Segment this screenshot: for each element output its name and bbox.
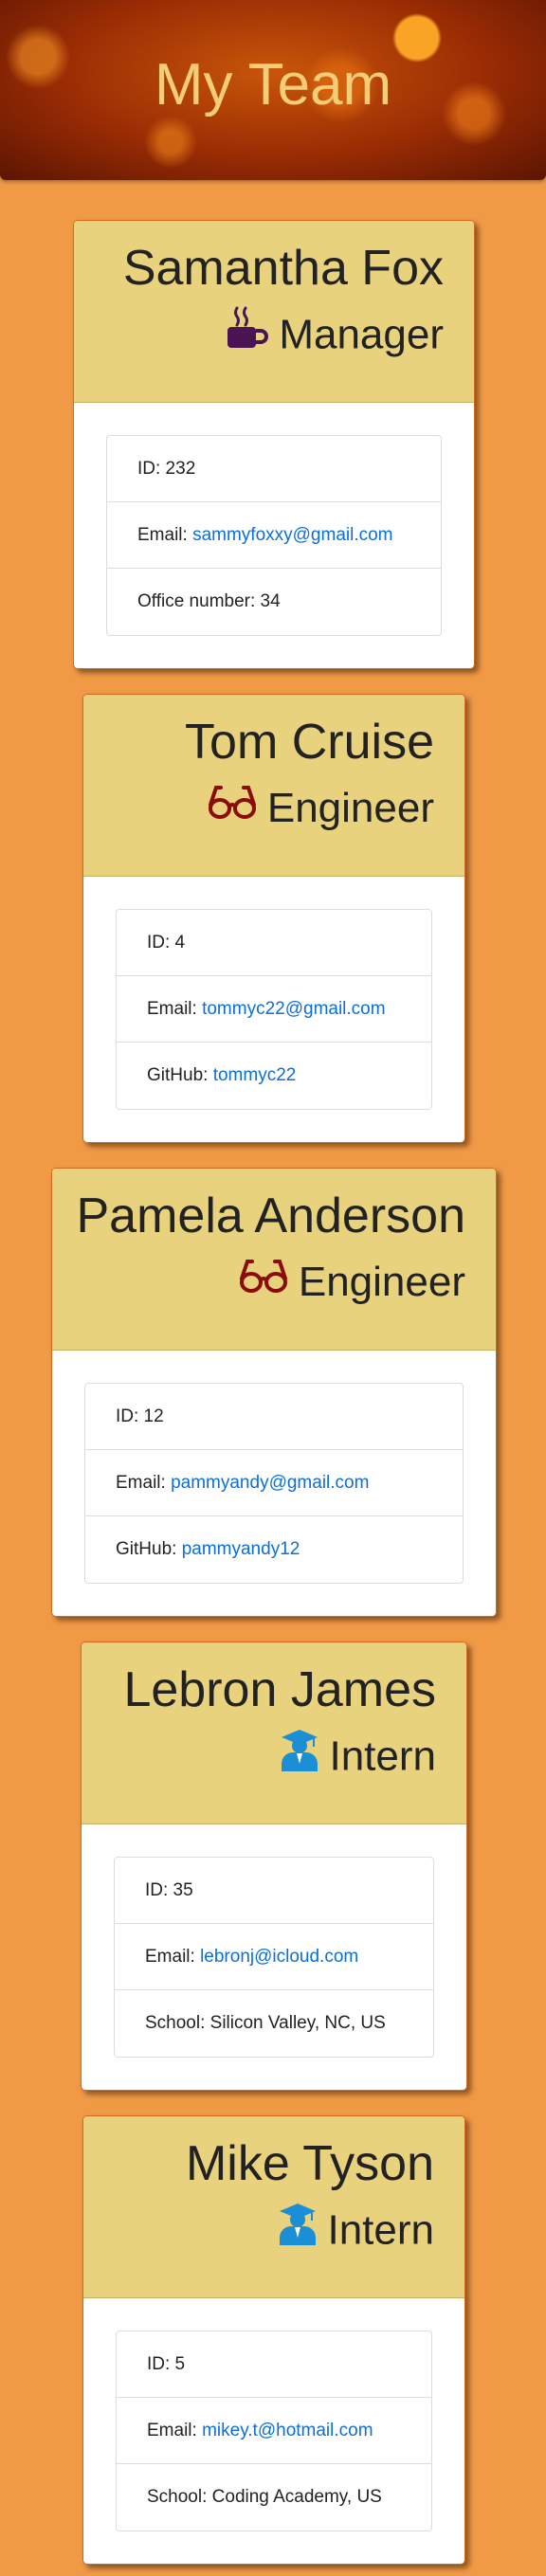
employee-card-engineer: Tom Cruise Engineer ID: 4 Email: tommyc2… <box>82 694 465 1143</box>
card-header: Pamela Anderson Engineer <box>52 1169 496 1351</box>
info-list: ID: 4 Email: tommyc22@gmail.com GitHub: … <box>116 909 432 1110</box>
employee-role: Engineer <box>83 784 434 835</box>
page-title: My Team <box>154 52 392 118</box>
employee-email: Email: pammyandy@gmail.com <box>85 1450 463 1516</box>
role-label: Manager <box>279 311 444 358</box>
email-link[interactable]: tommyc22@gmail.com <box>202 999 386 1019</box>
email-label: Email: <box>116 1473 172 1493</box>
email-label: Email: <box>147 999 203 1019</box>
employee-card-manager: Samantha Fox Manager ID: 232 Email: samm… <box>73 220 475 669</box>
graduate-icon <box>278 2202 318 2257</box>
role-label: Intern <box>327 2206 434 2254</box>
employee-id: ID: 232 <box>107 436 441 502</box>
employee-email: Email: lebronj@icloud.com <box>115 1924 433 1990</box>
graduate-icon <box>280 1728 319 1783</box>
card-header: Tom Cruise Engineer <box>83 695 464 877</box>
email-link[interactable]: lebronj@icloud.com <box>200 1947 358 1967</box>
coffee-mug-icon <box>224 306 269 361</box>
employee-role: Intern <box>82 1730 436 1787</box>
info-list: ID: 12 Email: pammyandy@gmail.com GitHub… <box>84 1383 464 1584</box>
email-label: Email: <box>137 525 193 545</box>
employee-id: ID: 35 <box>115 1858 433 1924</box>
github-link[interactable]: tommyc22 <box>213 1065 297 1085</box>
employee-id: ID: 12 <box>85 1384 463 1450</box>
github-link[interactable]: pammyandy12 <box>182 1539 300 1559</box>
github-label: GitHub: <box>147 1065 213 1085</box>
role-label: Engineer <box>266 785 434 831</box>
info-list: ID: 5 Email: mikey.t@hotmail.com School:… <box>116 2331 432 2531</box>
info-list: ID: 35 Email: lebronj@icloud.com School:… <box>114 1857 434 2058</box>
page-header: My Team <box>0 0 546 180</box>
info-list: ID: 232 Email: sammyfoxxy@gmail.com Offi… <box>106 435 442 636</box>
role-label: Engineer <box>298 1259 465 1305</box>
card-header: Mike Tyson Intern <box>83 2116 464 2298</box>
role-label: Intern <box>329 1732 436 1780</box>
employee-name: Samantha Fox <box>122 241 444 296</box>
employee-role: Engineer <box>52 1258 465 1309</box>
employee-card-intern: Lebron James Intern ID: 35 Email: lebron… <box>81 1642 467 2091</box>
email-link[interactable]: mikey.t@hotmail.com <box>202 2421 373 2440</box>
employee-card-intern: Mike Tyson Intern ID: 5 Email: mikey.t@h… <box>82 2115 465 2565</box>
employee-name: Pamela Anderson <box>76 1188 466 1243</box>
employee-github: GitHub: tommyc22 <box>117 1043 431 1109</box>
glasses-icon <box>207 782 258 831</box>
employee-email: Email: tommyc22@gmail.com <box>117 976 431 1043</box>
employee-role: Manager <box>74 306 444 365</box>
employee-name: Lebron James <box>123 1662 436 1717</box>
glasses-icon <box>238 1256 289 1305</box>
card-header: Samantha Fox Manager <box>74 221 474 403</box>
email-link[interactable]: pammyandy@gmail.com <box>171 1473 369 1493</box>
employee-email: Email: mikey.t@hotmail.com <box>117 2398 431 2464</box>
employee-school: School: Coding Academy, US <box>147 2487 382 2507</box>
employee-name: Mike Tyson <box>185 2136 434 2191</box>
github-label: GitHub: <box>116 1539 182 1559</box>
employee-id: ID: 5 <box>117 2331 431 2398</box>
card-header: Lebron James Intern <box>82 1642 466 1824</box>
employee-github: GitHub: pammyandy12 <box>85 1516 463 1583</box>
employee-role: Intern <box>83 2202 434 2260</box>
employee-name: Tom Cruise <box>185 715 434 770</box>
employee-id: ID: 4 <box>117 910 431 976</box>
email-link[interactable]: sammyfoxxy@gmail.com <box>192 525 392 545</box>
email-label: Email: <box>145 1947 201 1967</box>
employee-email: Email: sammyfoxxy@gmail.com <box>107 502 441 569</box>
employee-card-engineer: Pamela Anderson Engineer ID: 12 Email: p… <box>51 1168 497 1617</box>
email-label: Email: <box>147 2421 203 2440</box>
employee-office-number: Office number: 34 <box>137 591 281 611</box>
employee-school: School: Silicon Valley, NC, US <box>145 2013 386 2033</box>
